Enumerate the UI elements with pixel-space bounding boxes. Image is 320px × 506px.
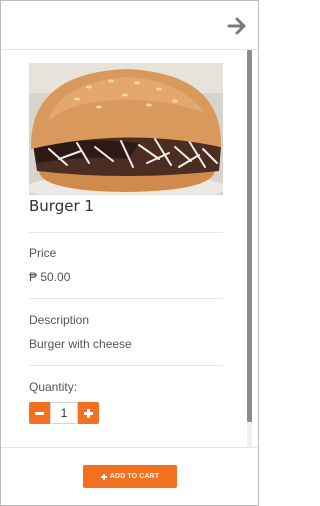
- divider: [29, 298, 223, 299]
- decrease-quantity-button[interactable]: [29, 402, 50, 424]
- quantity-stepper: 1: [29, 402, 99, 424]
- plus-icon: [100, 473, 107, 480]
- price-value: ₱ 50.00: [29, 270, 71, 284]
- product-image: [29, 63, 223, 195]
- divider: [29, 232, 223, 233]
- divider: [29, 365, 223, 366]
- scrollbar[interactable]: [247, 50, 252, 447]
- increase-quantity-button[interactable]: [78, 402, 99, 424]
- description-label: Description: [29, 313, 90, 327]
- plus-icon: [84, 408, 93, 418]
- panel-footer: ADD TO CART: [1, 447, 258, 505]
- close-panel-button[interactable]: [226, 15, 248, 37]
- product-detail-panel: Burger 1 Price ₱ 50.00 Description Burge…: [0, 0, 259, 506]
- arrow-right-icon: [227, 17, 246, 35]
- description-value: Burger with cheese: [29, 337, 132, 351]
- add-to-cart-button[interactable]: ADD TO CART: [83, 465, 177, 488]
- product-name: Burger 1: [29, 197, 94, 215]
- product-detail-content: Burger 1 Price ₱ 50.00 Description Burge…: [1, 50, 258, 447]
- panel-header: [1, 1, 258, 50]
- minus-icon: [35, 411, 44, 415]
- quantity-label: Quantity:: [29, 380, 78, 394]
- quantity-input[interactable]: 1: [50, 402, 78, 424]
- add-to-cart-label: ADD TO CART: [109, 473, 160, 480]
- scrollbar-thumb[interactable]: [247, 50, 252, 422]
- price-label: Price: [29, 246, 57, 260]
